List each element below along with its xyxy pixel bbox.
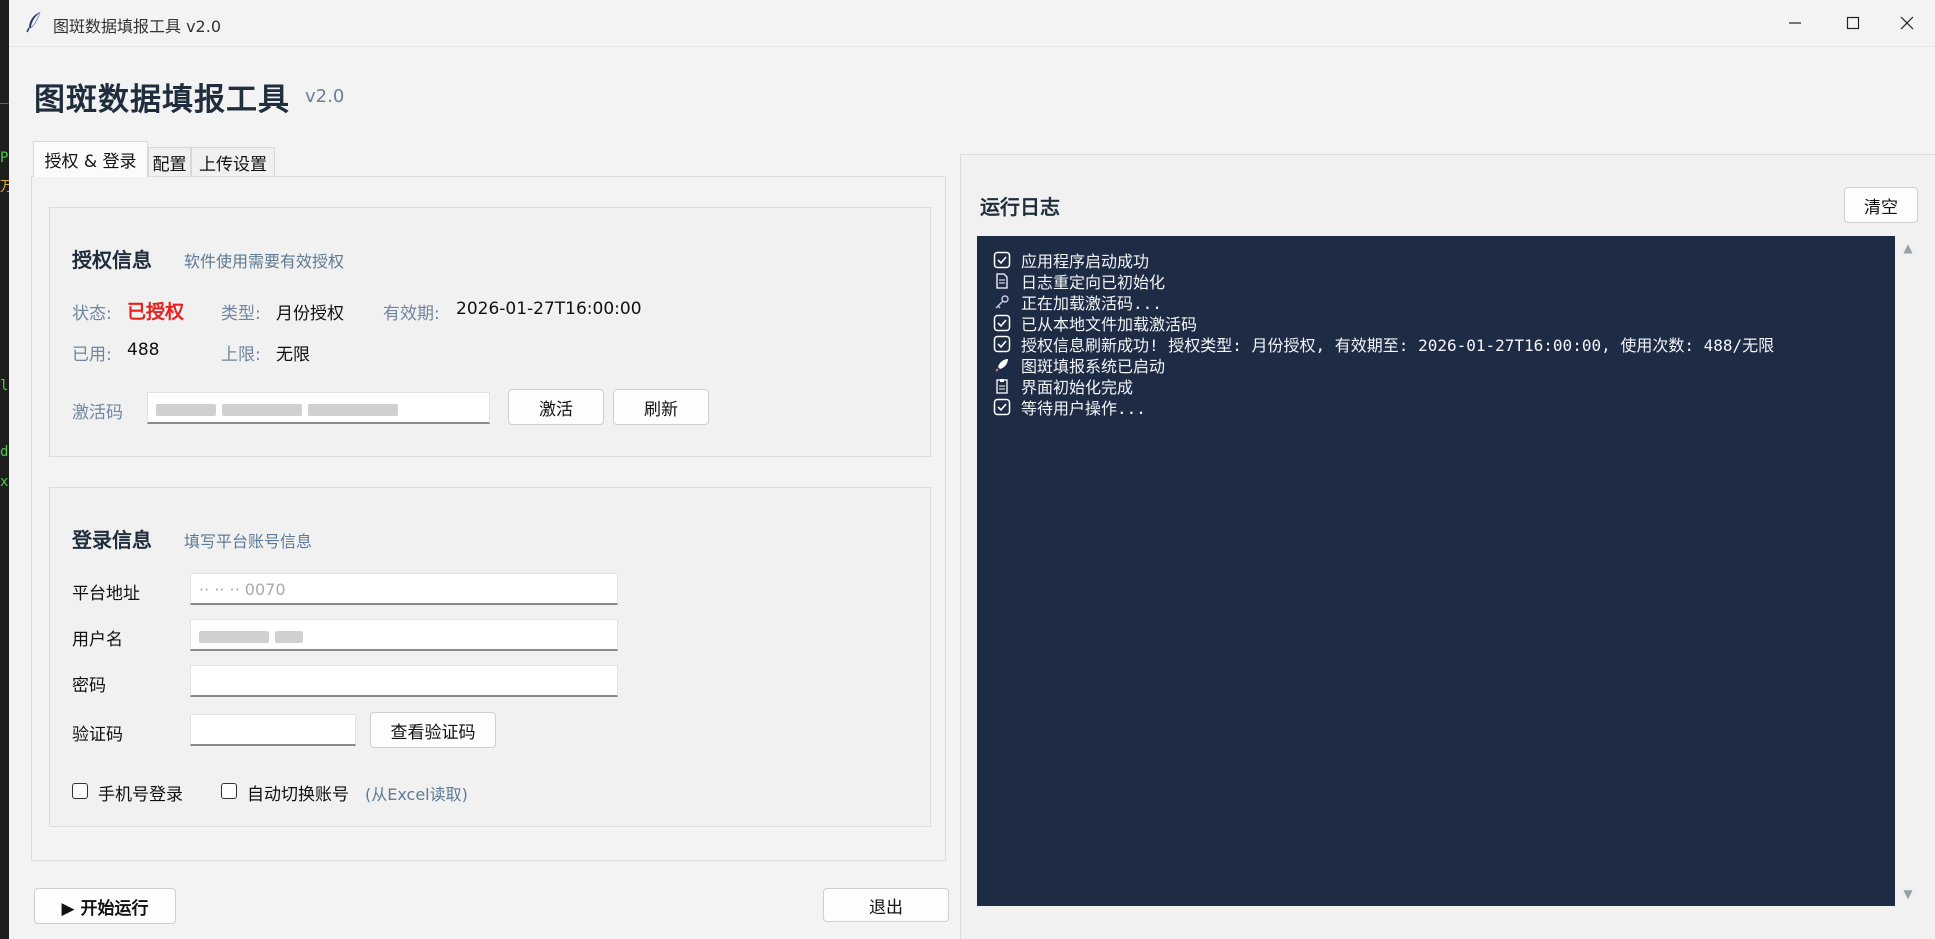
log-line: 已从本地文件加载激活码 <box>991 312 1197 334</box>
view-captcha-button[interactable]: 查看验证码 <box>370 712 496 748</box>
login-title: 登录信息 <box>72 528 152 552</box>
clear-log-button[interactable]: 清空 <box>1844 187 1918 223</box>
log-line: 日志重定向已初始化 <box>991 270 1165 292</box>
expiry-label: 有效期: <box>383 304 440 324</box>
feather-icon <box>25 11 45 33</box>
log-line: 正在加载激活码... <box>991 291 1162 313</box>
captcha-input[interactable] <box>190 714 356 746</box>
tab-config[interactable]: 配置 <box>148 147 191 177</box>
activation-code-input[interactable] <box>147 392 490 424</box>
log-panel: 运行日志 清空 应用程序启动成功 日志重定向已初始化 正在加载激活码... 已从… <box>960 154 1935 939</box>
log-output[interactable]: 应用程序启动成功 日志重定向已初始化 正在加载激活码... 已从本地文件加载激活… <box>977 236 1895 906</box>
rocket-icon <box>991 357 1013 373</box>
left-panel: 授权信息 软件使用需要有效授权 状态: 已授权 类型: 月份授权 有效期: 20… <box>31 176 946 861</box>
exit-button[interactable]: 退出 <box>823 888 949 922</box>
scroll-down-arrow-icon[interactable]: ▼ <box>1901 887 1915 901</box>
close-icon <box>1900 16 1914 30</box>
auto-switch-label: 自动切换账号 <box>247 785 349 805</box>
check-box-icon <box>991 398 1013 416</box>
close-button[interactable] <box>1877 0 1935 46</box>
minimize-icon <box>1788 16 1802 30</box>
used-value: 488 <box>127 340 160 360</box>
app-window: _ P 万 l d x 图斑数据填报工具 v2.0 图斑数据填报工具 v2.0 … <box>0 0 1935 939</box>
minimize-button[interactable] <box>1765 0 1825 46</box>
log-line: 等待用户操作... <box>991 396 1146 418</box>
tab-auth-login[interactable]: 授权 & 登录 <box>33 141 148 177</box>
check-box-icon <box>991 251 1013 269</box>
refresh-button[interactable]: 刷新 <box>613 389 709 425</box>
log-line: 授权信息刷新成功! 授权类型: 月份授权, 有效期至: 2026-01-27T1… <box>991 333 1774 355</box>
platform-input[interactable]: ·· ·· ·· 0070 <box>190 573 618 605</box>
title-bar: 图斑数据填报工具 v2.0 <box>9 0 1935 47</box>
log-line: 界面初始化完成 <box>991 375 1133 397</box>
key-icon <box>991 294 1013 310</box>
type-value: 月份授权 <box>276 304 344 324</box>
activate-button[interactable]: 激活 <box>508 389 604 425</box>
platform-label: 平台地址 <box>72 584 140 604</box>
type-label: 类型: <box>221 304 261 324</box>
limit-label: 上限: <box>221 345 261 365</box>
login-subtitle: 填写平台账号信息 <box>184 532 313 551</box>
platform-value: ·· ·· ·· 0070 <box>199 580 286 599</box>
auto-switch-hint: (从Excel读取) <box>365 785 468 804</box>
log-line: 图斑填报系统已启动 <box>991 354 1165 376</box>
scroll-up-arrow-icon[interactable]: ▲ <box>1901 241 1915 255</box>
expiry-value: 2026-01-27T16:00:00 <box>456 299 642 319</box>
tab-upload-settings[interactable]: 上传设置 <box>191 147 275 177</box>
window-title: 图斑数据填报工具 v2.0 <box>53 17 222 36</box>
password-input[interactable] <box>190 665 618 697</box>
background-terminal-edge: _ P 万 l d x <box>0 0 9 939</box>
log-title: 运行日志 <box>980 195 1060 219</box>
clipboard-icon <box>991 378 1013 394</box>
maximize-button[interactable] <box>1823 0 1883 46</box>
captcha-label: 验证码 <box>72 725 123 745</box>
phone-login-checkbox[interactable] <box>72 783 88 799</box>
auth-subtitle: 软件使用需要有效授权 <box>184 252 345 271</box>
limit-value: 无限 <box>276 345 310 365</box>
maximize-icon <box>1846 16 1860 30</box>
username-label: 用户名 <box>72 630 123 650</box>
status-label: 状态: <box>72 304 112 324</box>
check-box-icon <box>991 335 1013 353</box>
auth-card: 授权信息 软件使用需要有效授权 状态: 已授权 类型: 月份授权 有效期: 20… <box>49 207 931 457</box>
activation-code-label: 激活码 <box>72 403 123 423</box>
phone-login-label: 手机号登录 <box>98 785 183 805</box>
auto-switch-checkbox[interactable] <box>221 783 237 799</box>
status-value: 已授权 <box>127 301 185 323</box>
app-heading: 图斑数据填报工具 <box>34 82 290 118</box>
start-run-button[interactable]: ▶ 开始运行 <box>34 888 176 924</box>
auth-title: 授权信息 <box>72 248 152 272</box>
password-label: 密码 <box>72 676 106 696</box>
app-version: v2.0 <box>305 86 345 107</box>
check-box-icon <box>991 314 1013 332</box>
document-icon <box>991 272 1013 289</box>
username-input[interactable] <box>190 619 618 651</box>
login-card: 登录信息 填写平台账号信息 平台地址 ·· ·· ·· 0070 用户名 密码 … <box>49 487 931 827</box>
log-line: 应用程序启动成功 <box>991 249 1149 271</box>
used-label: 已用: <box>72 345 112 365</box>
